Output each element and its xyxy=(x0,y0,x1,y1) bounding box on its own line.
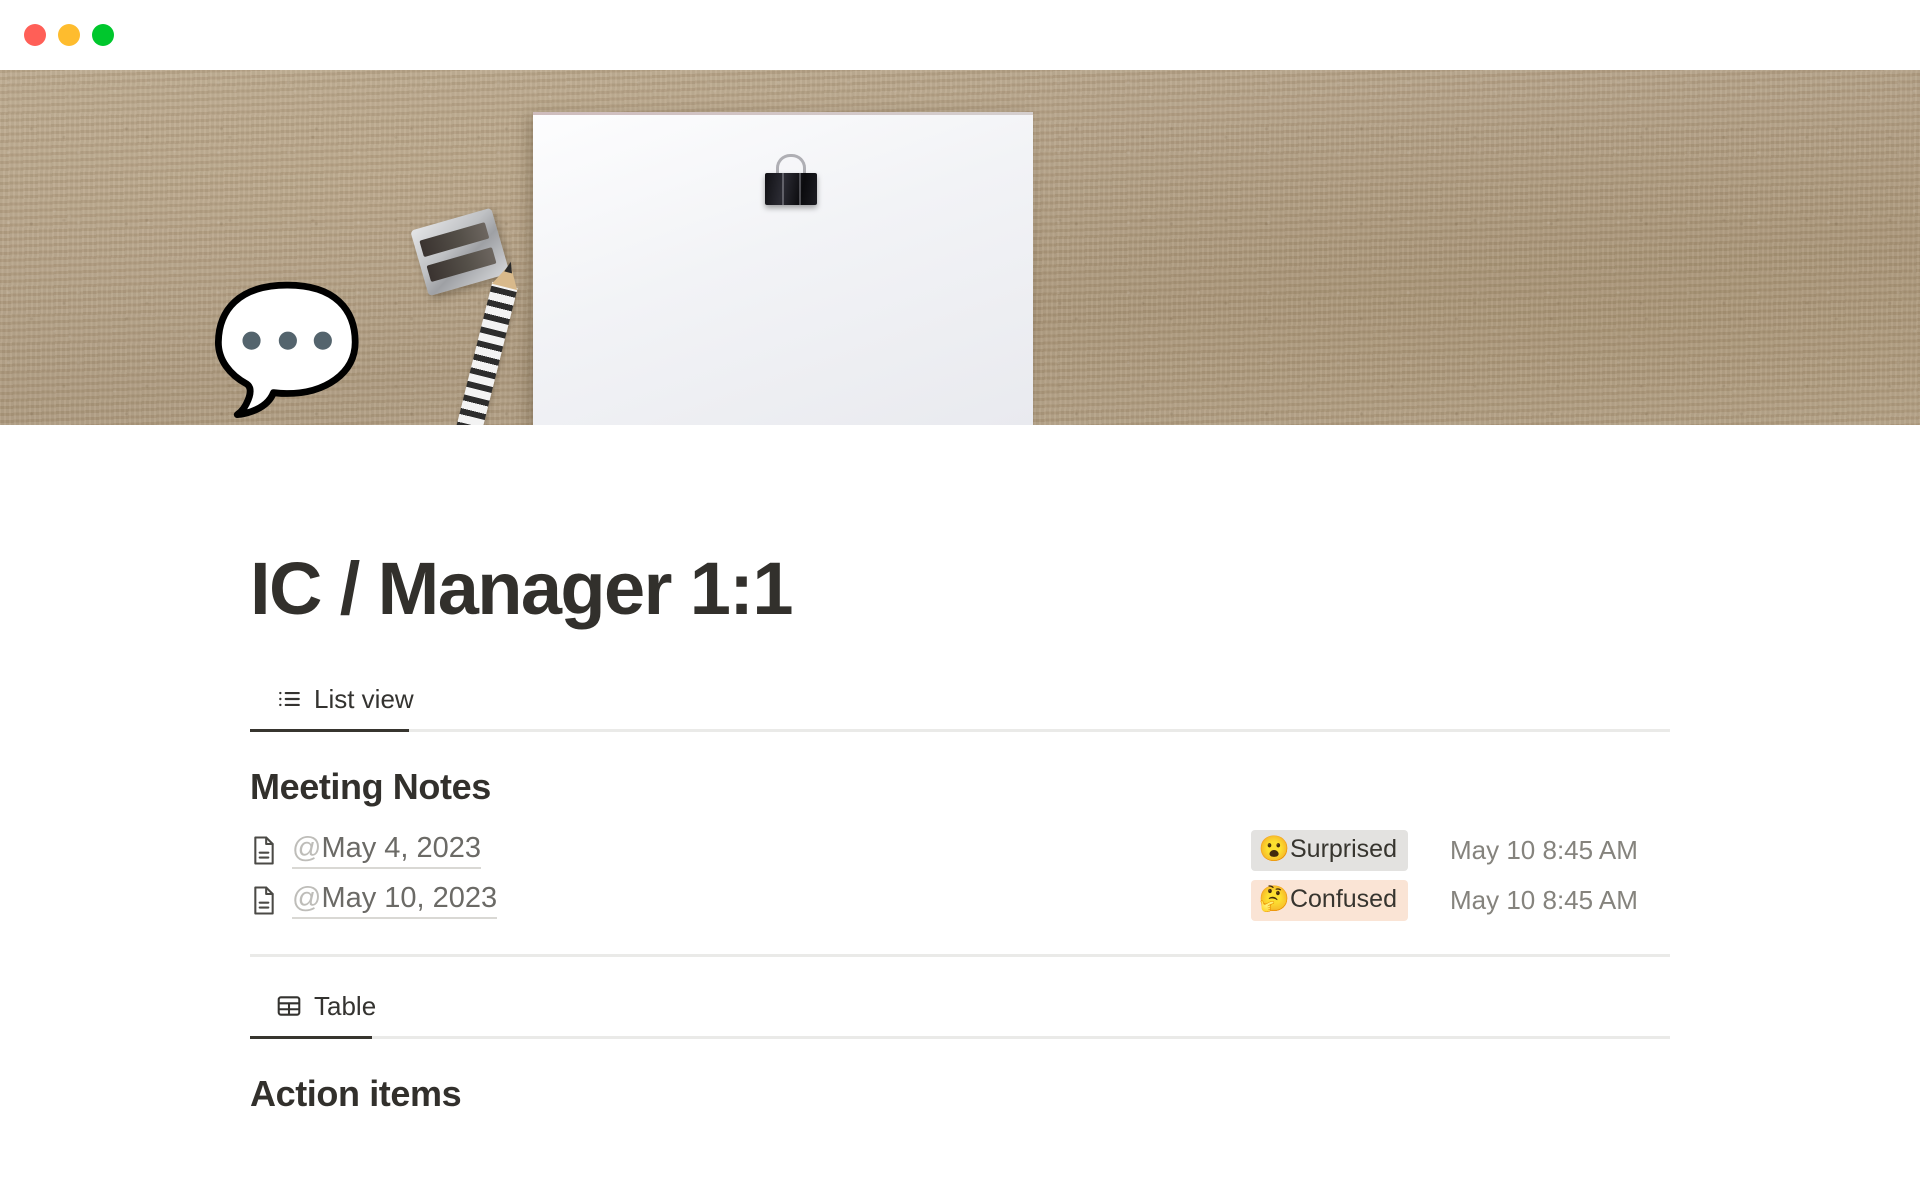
tab-underline-track-list xyxy=(250,728,1670,732)
badge-label: Confused xyxy=(1289,885,1397,914)
tab-table-label: Table xyxy=(314,990,377,1021)
meeting-notes-list: @May 4, 2023 😮Surprised May 10 8:45 AM @… xyxy=(250,826,1670,926)
page-content: IC / Manager 1:1 List view Meeting Notes… xyxy=(250,425,1670,1115)
mention-at-symbol: @ xyxy=(292,882,322,915)
section-divider xyxy=(250,953,1670,957)
window-minimize-button[interactable] xyxy=(58,24,80,46)
list-view-section: List view Meeting Notes @May 4, 2023 😮Su… xyxy=(250,680,1670,957)
list-item-link[interactable]: @May 10, 2023 xyxy=(292,882,498,920)
tab-active-indicator-list xyxy=(250,728,409,732)
tab-row-table: Table xyxy=(250,987,1670,1036)
table-view-section: Table Action items xyxy=(250,987,1670,1115)
list-item-timestamp: May 10 8:45 AM xyxy=(1450,835,1638,866)
window-close-button[interactable] xyxy=(24,24,46,46)
tab-row-list: List view xyxy=(250,680,1670,729)
list-item-link[interactable]: @May 4, 2023 xyxy=(292,832,482,870)
tab-list-view[interactable]: List view xyxy=(250,680,450,729)
page-title[interactable]: IC / Manager 1:1 xyxy=(250,550,1670,628)
mention-at-symbol: @ xyxy=(292,832,322,865)
badge-emoji: 🤔 xyxy=(1258,885,1290,914)
list-item-date: May 4, 2023 xyxy=(321,832,482,865)
status-badge[interactable]: 😮Surprised xyxy=(1250,830,1408,872)
cover-binder-clip xyxy=(765,173,817,205)
action-items-heading: Action items xyxy=(250,1072,462,1114)
tab-active-indicator-table xyxy=(250,1035,372,1039)
table-grid-icon xyxy=(276,993,302,1019)
window-titlebar xyxy=(0,0,1920,70)
list-item-date: May 10, 2023 xyxy=(321,882,498,915)
list-item[interactable]: @May 4, 2023 😮Surprised May 10 8:45 AM xyxy=(250,826,1670,876)
document-icon xyxy=(250,835,278,867)
tab-table[interactable]: Table xyxy=(250,987,412,1036)
page-body: 💬 IC / Manager 1:1 List view Meeting Not… xyxy=(0,282,1920,1200)
window-maximize-button[interactable] xyxy=(92,24,114,46)
list-icon xyxy=(276,686,302,712)
badge-label: Surprised xyxy=(1290,835,1397,864)
tab-list-view-label: List view xyxy=(314,683,414,714)
speech-balloon-emoji[interactable]: 💬 xyxy=(210,282,364,417)
document-icon xyxy=(250,885,278,917)
list-item-timestamp: May 10 8:45 AM xyxy=(1450,885,1638,916)
badge-emoji: 😮 xyxy=(1258,835,1290,864)
meeting-notes-heading: Meeting Notes xyxy=(250,765,491,807)
list-item[interactable]: @May 10, 2023 🤔Confused May 10 8:45 AM xyxy=(250,876,1670,926)
status-badge[interactable]: 🤔Confused xyxy=(1250,880,1408,922)
tab-underline-track-table xyxy=(250,1035,1670,1039)
